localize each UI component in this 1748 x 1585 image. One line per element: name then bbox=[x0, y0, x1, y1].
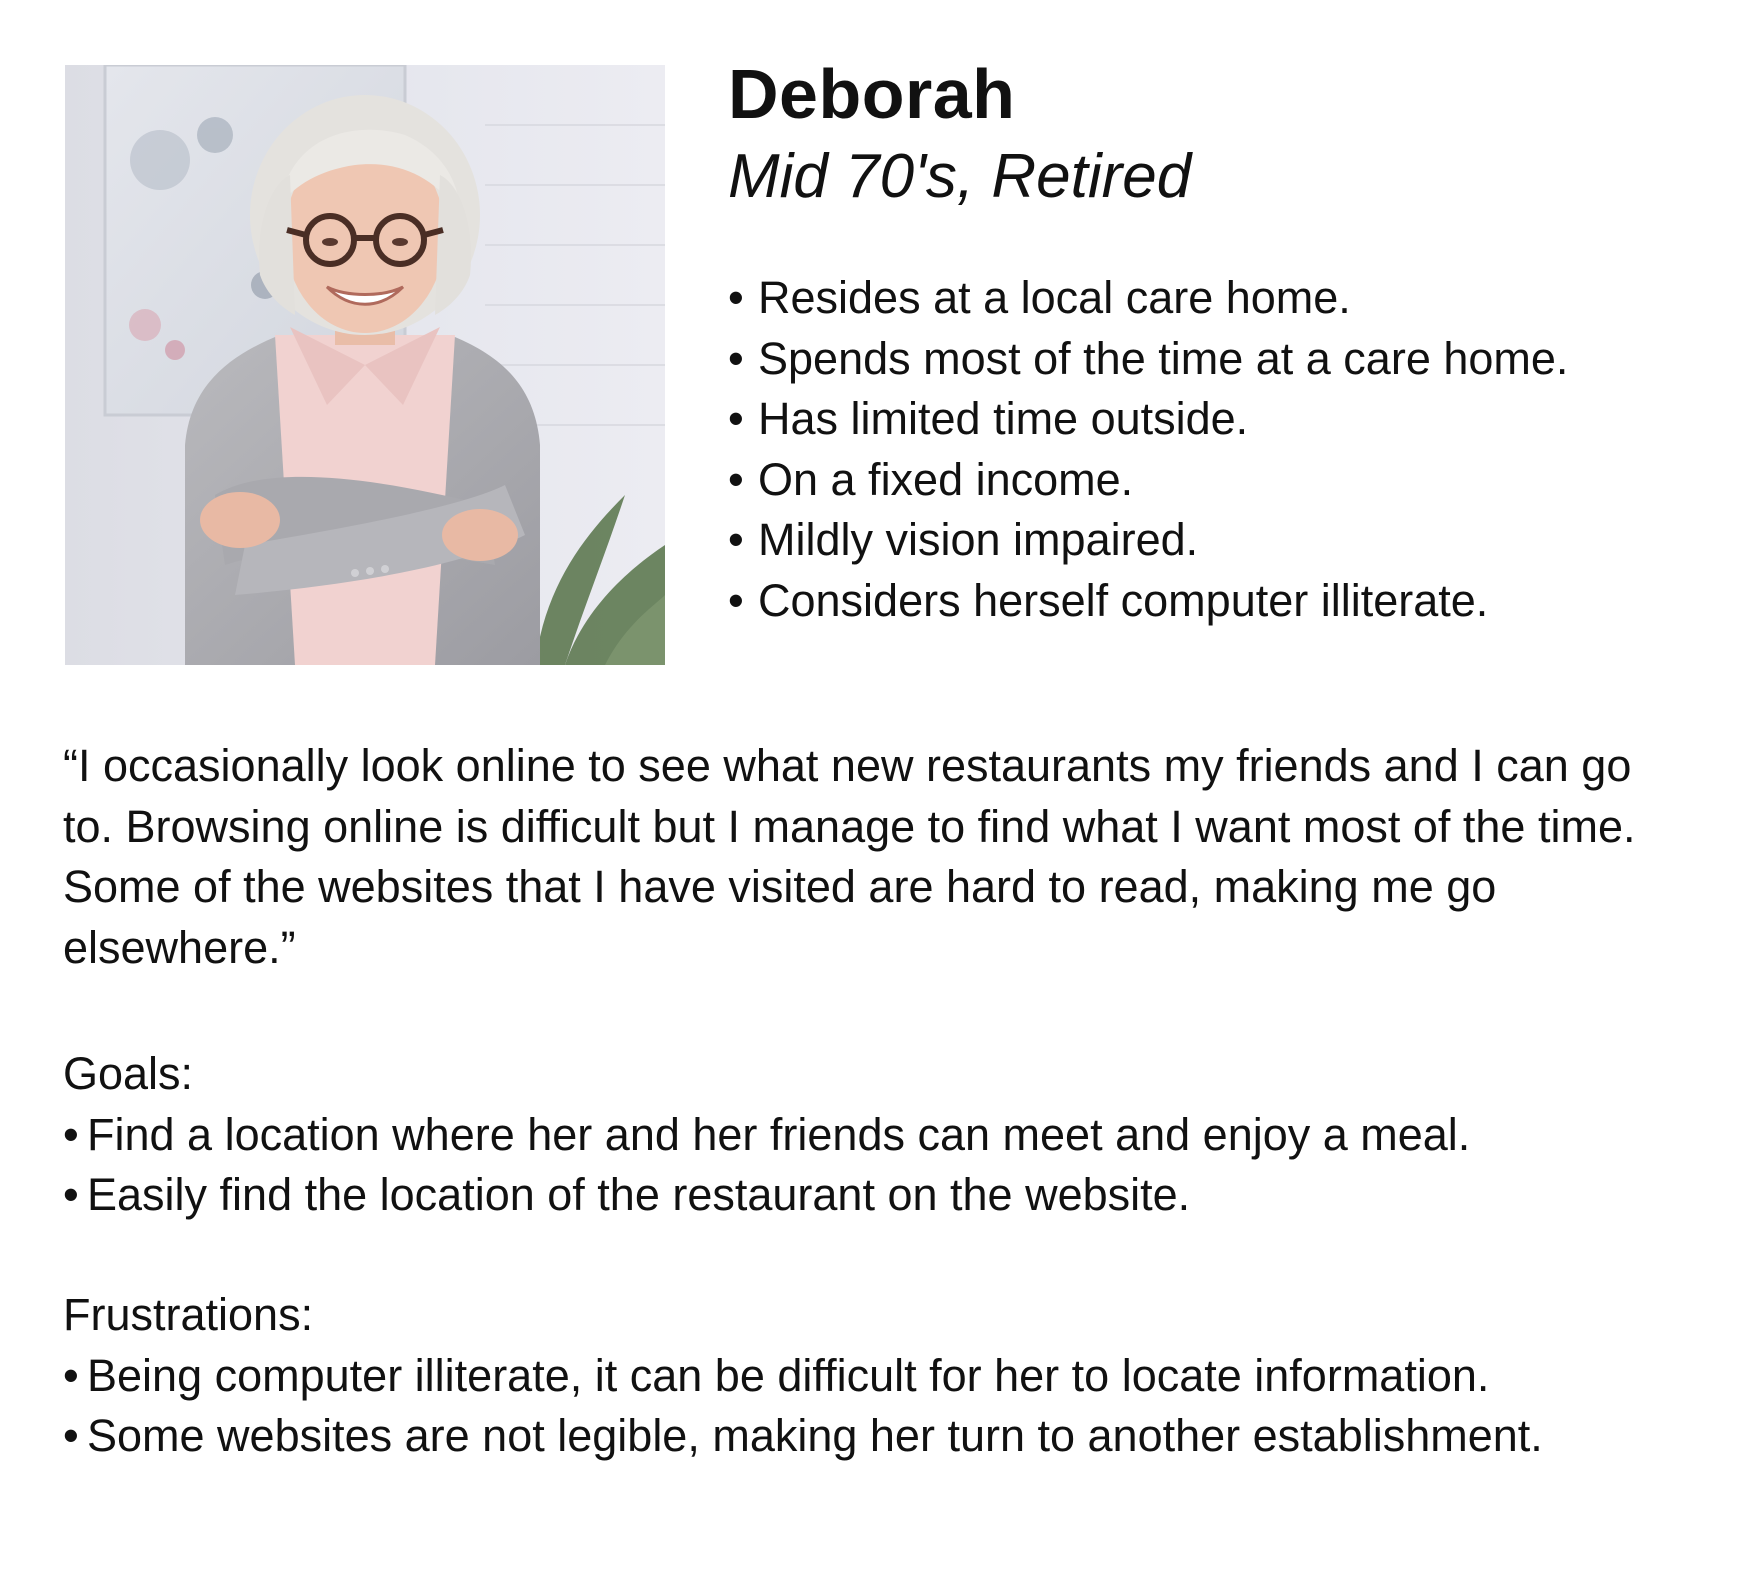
bullet-icon: • bbox=[63, 1349, 79, 1401]
trait-text: Considers herself computer illiterate. bbox=[758, 574, 1489, 626]
list-item: • Easily find the location of the restaur… bbox=[63, 1165, 1703, 1226]
goal-text: Easily find the location of the restaura… bbox=[87, 1169, 1191, 1220]
frustrations-title: Frustrations: bbox=[63, 1289, 314, 1340]
bullet-icon: • bbox=[728, 332, 744, 384]
bullet-icon: • bbox=[63, 1169, 79, 1220]
trait-text: Spends most of the time at a care home. bbox=[758, 332, 1569, 384]
persona-card: Deborah Mid 70's, Retired • Resides at a … bbox=[0, 0, 1748, 1585]
frustration-text: Some websites are not legible, making he… bbox=[87, 1410, 1543, 1461]
bullet-icon: • bbox=[63, 1410, 79, 1461]
bullet-icon: • bbox=[728, 453, 744, 505]
frustration-text: Being computer illiterate, it can be dif… bbox=[87, 1349, 1490, 1401]
bullet-icon: • bbox=[63, 1108, 79, 1160]
goals-list: • Find a location where her and her frien… bbox=[63, 1105, 1703, 1226]
list-item: • Resides at a local care home. bbox=[728, 268, 1568, 329]
persona-name: Deborah bbox=[728, 55, 1016, 133]
list-item: • Spends most of the time at a care home. bbox=[728, 329, 1568, 390]
trait-text: On a fixed income. bbox=[758, 453, 1134, 505]
bullet-icon: • bbox=[728, 272, 744, 323]
trait-text: Mildly vision impaired. bbox=[758, 514, 1199, 565]
trait-text: Has limited time outside. bbox=[758, 393, 1249, 444]
frustrations-section: Frustrations: • Being computer illiterate… bbox=[63, 1285, 1703, 1467]
portrait-photo bbox=[65, 65, 665, 665]
trait-text: Resides at a local care home. bbox=[758, 272, 1351, 323]
persona-traits-list: • Resides at a local care home. • Spends m… bbox=[728, 268, 1568, 631]
bullet-icon: • bbox=[728, 514, 744, 565]
list-item: • Mildly vision impaired. bbox=[728, 510, 1568, 571]
list-item: • Find a location where her and her frien… bbox=[63, 1105, 1703, 1166]
persona-subtitle: Mid 70's, Retired bbox=[728, 142, 1192, 211]
list-item: • On a fixed income. bbox=[728, 450, 1568, 511]
list-item: • Some websites are not legible, making h… bbox=[63, 1406, 1703, 1467]
list-item: • Has limited time outside. bbox=[728, 389, 1568, 450]
frustrations-list: • Being computer illiterate, it can be di… bbox=[63, 1346, 1703, 1467]
list-item: • Being computer illiterate, it can be di… bbox=[63, 1346, 1703, 1407]
bullet-icon: • bbox=[728, 393, 744, 444]
persona-quote: “I occasionally look online to see what … bbox=[63, 740, 1636, 973]
bullet-icon: • bbox=[728, 574, 744, 626]
goal-text: Find a location where her and her friend… bbox=[87, 1108, 1471, 1160]
goals-title: Goals: bbox=[63, 1048, 194, 1099]
goals-section: Goals: • Find a location where her and he… bbox=[63, 1044, 1703, 1226]
list-item: • Considers herself computer illiterate. bbox=[728, 571, 1568, 632]
